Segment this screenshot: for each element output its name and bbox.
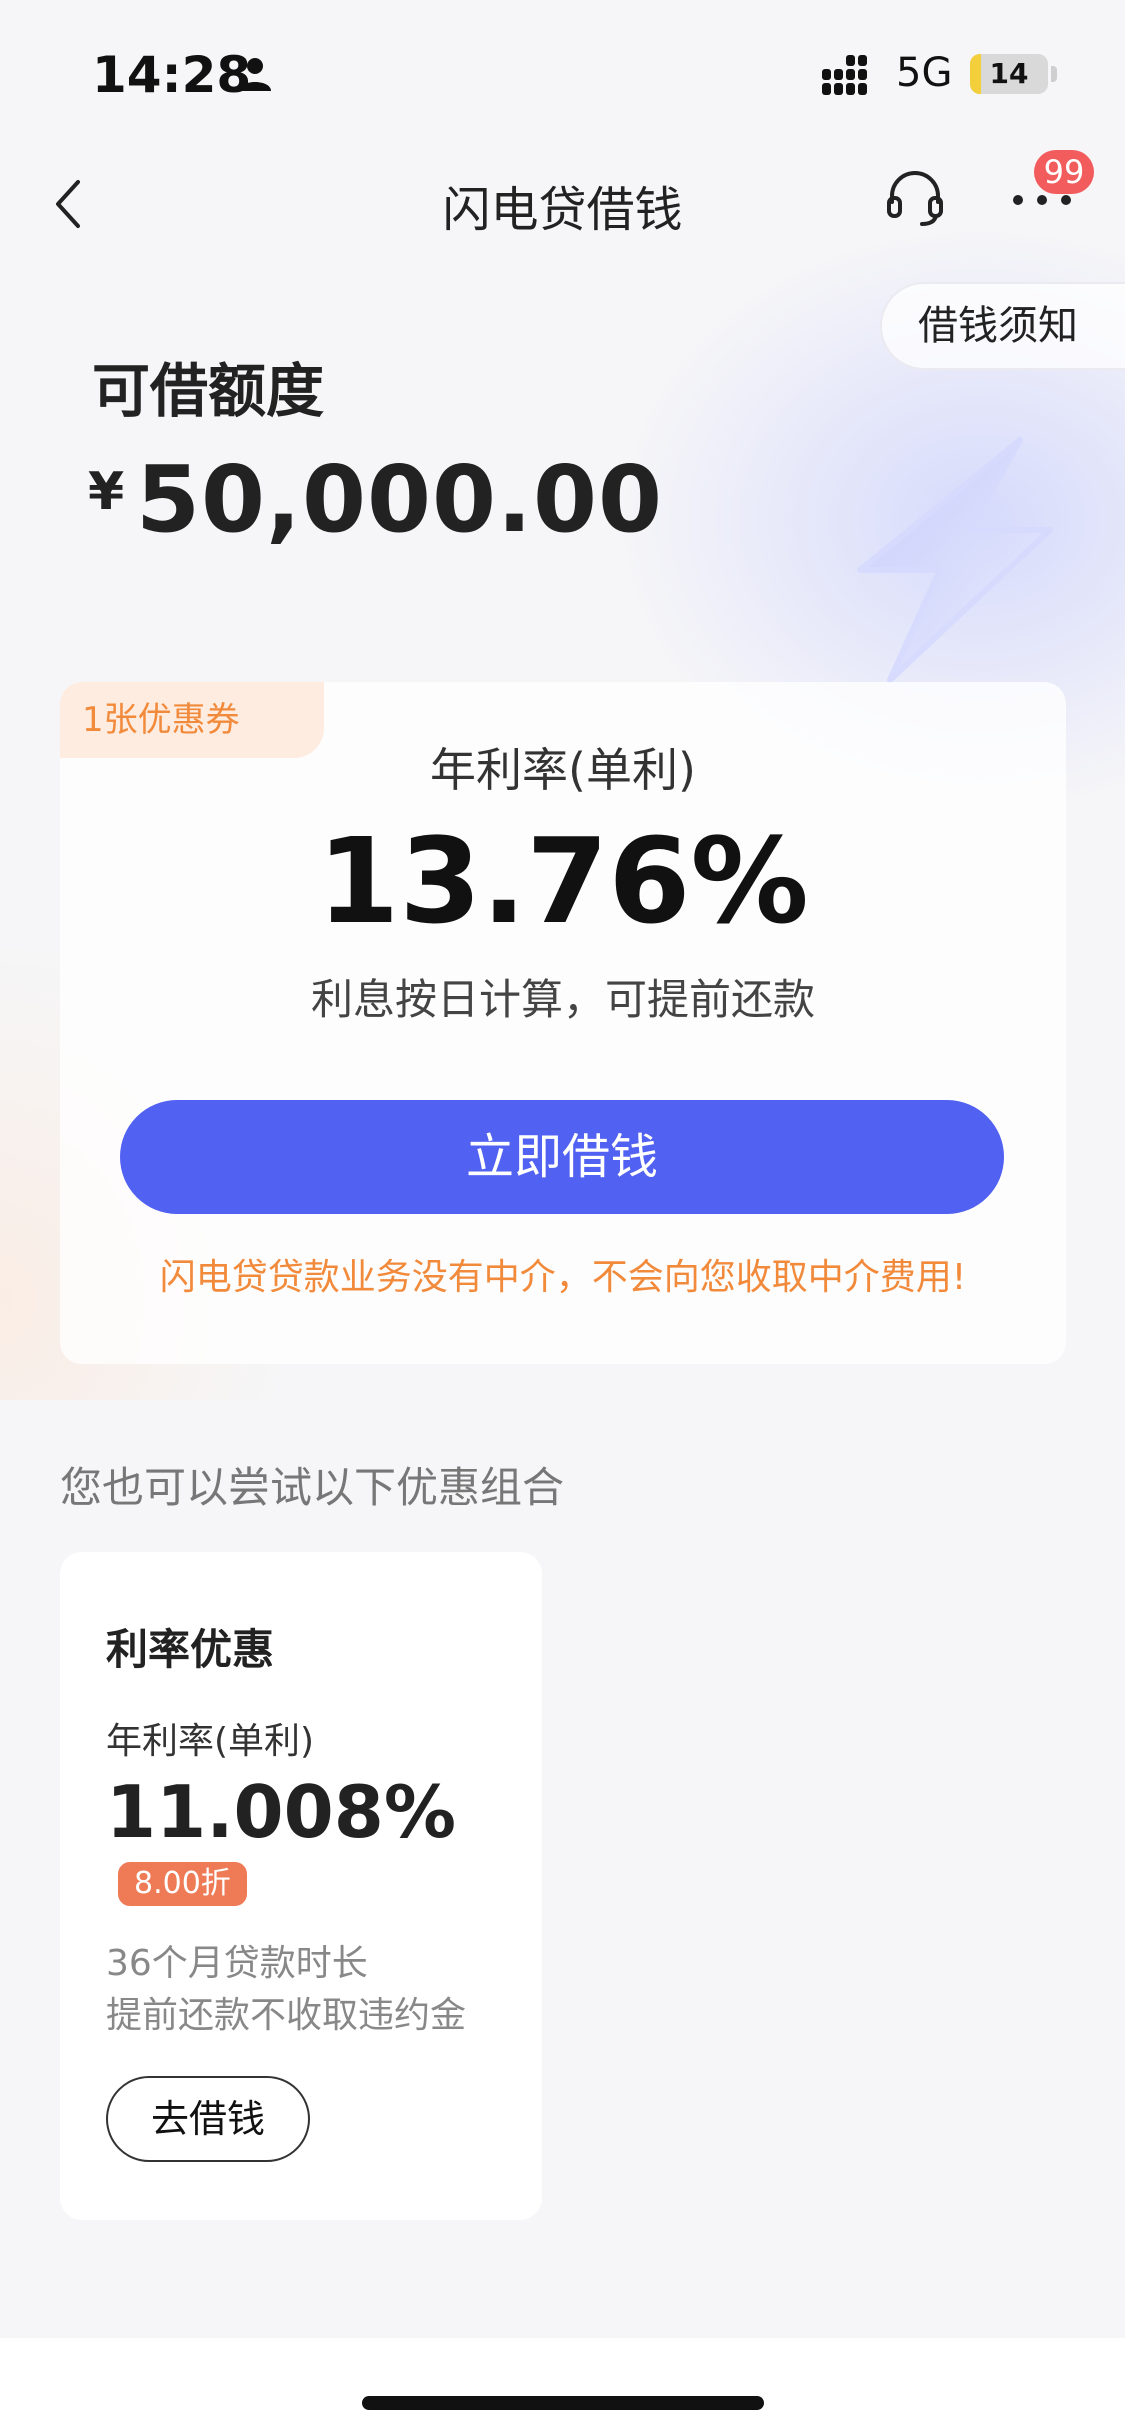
person-icon [239, 58, 271, 91]
status-bar: 14:28 5G 14 [0, 0, 1125, 140]
borrow-notice-button[interactable]: 借钱须知 [880, 282, 1125, 370]
network-type: 5G [896, 50, 953, 96]
offer-term: 36个月贷款时长 [106, 1943, 368, 1984]
headset-icon[interactable] [884, 166, 946, 228]
status-time: 14:28 [92, 46, 252, 104]
rate-value: 13.76% [317, 812, 809, 950]
page-title: 闪电贷借钱 [442, 182, 683, 238]
notification-badge: 99 [1034, 150, 1094, 194]
battery-percent: 14 [989, 57, 1029, 90]
signal-icon [822, 55, 867, 95]
battery-indicator: 14 [970, 54, 1048, 94]
bolt-icon [857, 437, 1053, 683]
borrow-now-button[interactable]: 立即借钱 [120, 1100, 1004, 1214]
agent-warning: 闪电贷贷款业务没有中介，不会向您收取中介费用! [159, 1257, 967, 1298]
more-icon[interactable] [1010, 192, 1074, 208]
offer-rate-value: 11.008% [106, 1770, 456, 1854]
offer-rate-label: 年利率(单利) [106, 1721, 315, 1762]
loan-card: 1张优惠券 年利率(单利) 13.76% 利息按日计算，可提前还款 立即借钱 闪… [60, 682, 1066, 1364]
rate-label: 年利率(单利) [430, 743, 696, 797]
offer-card: 利率优惠 年利率(单利) 11.008% 8.00折 36个月贷款时长 提前还款… [60, 1552, 542, 2220]
credit-amount: 50,000.00 [136, 446, 663, 553]
section-title: 您也可以尝试以下优惠组合 [60, 1463, 565, 1512]
go-borrow-button[interactable]: 去借钱 [106, 2076, 310, 2162]
credit-currency: ¥ [88, 462, 125, 522]
rate-note: 利息按日计算，可提前还款 [310, 975, 815, 1024]
offer-fee-note: 提前还款不收取违约金 [106, 1995, 467, 2036]
discount-badge: 8.00折 [118, 1862, 247, 1906]
offer-title: 利率优惠 [106, 1625, 275, 1674]
nav-bar: 闪电贷借钱 99 [0, 140, 1125, 260]
bottom-bar [0, 2338, 1125, 2435]
battery-cap [1051, 66, 1057, 82]
home-indicator[interactable] [362, 2396, 764, 2410]
credit-label: 可借额度 [92, 357, 325, 425]
